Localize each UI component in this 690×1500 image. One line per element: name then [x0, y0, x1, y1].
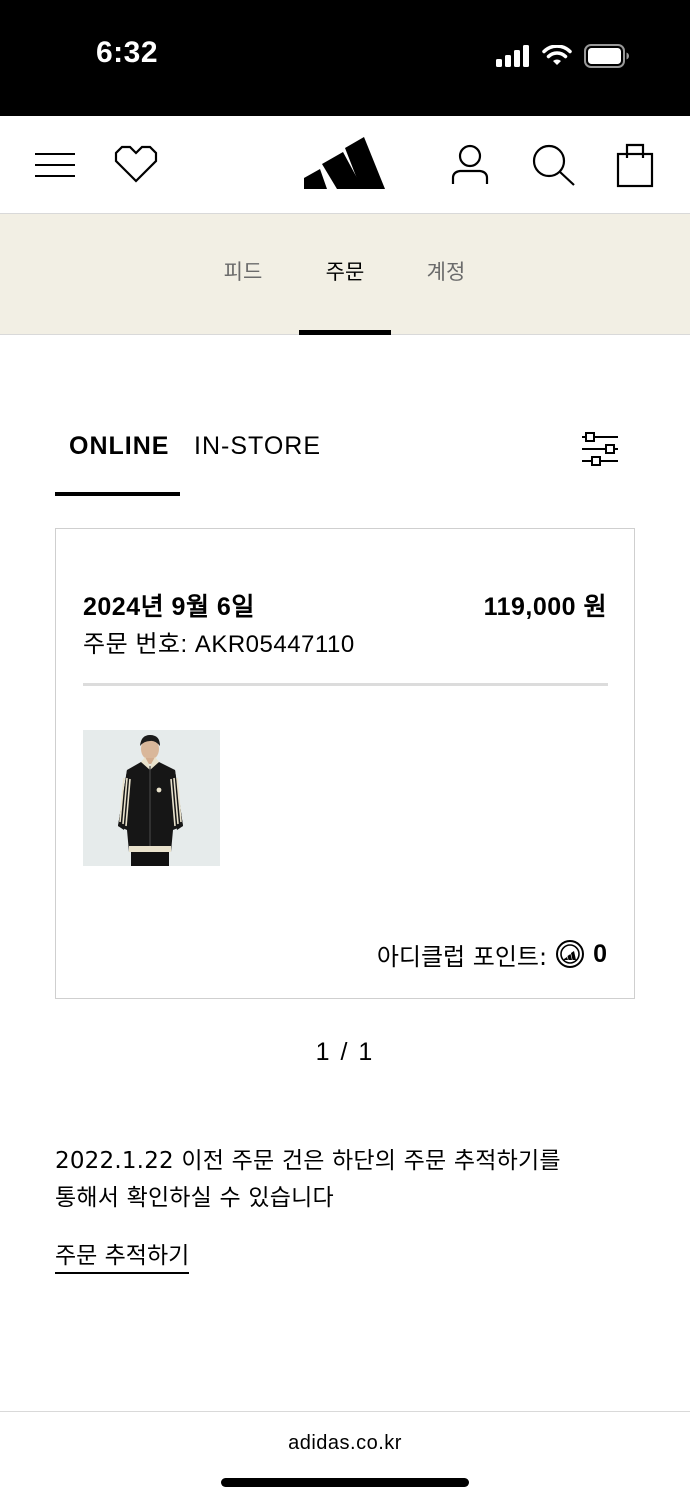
search-button[interactable] [528, 142, 578, 188]
status-bar: 6:32 [0, 0, 690, 116]
tab-orders[interactable]: 주문 [299, 214, 391, 335]
adidas-logo[interactable] [300, 136, 388, 192]
track-order-link[interactable]: 주문 추적하기 [55, 1236, 190, 1274]
adiclub-points: 아디클럽 포인트: 0 [377, 937, 607, 971]
filter-sliders-icon [582, 432, 618, 466]
signal-icon [496, 45, 529, 67]
order-date: 2024년 9월 6일 [83, 593, 255, 621]
wifi-icon [542, 45, 572, 65]
bag-icon [616, 143, 654, 188]
account-icon [451, 144, 489, 184]
tab-account-label: 계정 [426, 260, 466, 284]
tab-online[interactable]: ONLINE [69, 432, 169, 461]
tab-in-store[interactable]: IN-STORE [194, 432, 321, 461]
browser-url-bar[interactable]: adidas.co.kr [0, 1411, 690, 1500]
pagination: 1 / 1 [315, 1038, 375, 1066]
tab-feed[interactable]: 피드 [205, 214, 281, 335]
tab-feed-label: 피드 [223, 260, 263, 284]
status-icons [496, 42, 630, 70]
points-label: 아디클럽 포인트: [376, 942, 548, 971]
tab-account[interactable]: 계정 [408, 214, 484, 335]
tab-orders-label: 주문 [325, 260, 365, 284]
menu-icon [35, 153, 75, 177]
filter-button[interactable] [580, 432, 620, 466]
site-header [0, 116, 690, 214]
order-divider [83, 683, 608, 686]
account-subnav: 피드 주문 계정 [0, 214, 690, 335]
order-card[interactable]: 2024년 9월 6일 119,000 원 주문 번호: AKR05447110 [55, 528, 635, 999]
legacy-orders-notice: 2022.1.22 이전 주문 건은 하단의 주문 추적하기를 통해서 확인하실… [55, 1143, 645, 1217]
order-number: 주문 번호: AKR05447110 [83, 631, 355, 658]
product-thumbnail[interactable] [83, 730, 220, 866]
tab-online-underline [55, 492, 180, 496]
home-indicator[interactable] [221, 1478, 469, 1487]
wishlist-button[interactable] [110, 142, 162, 186]
notice-line-1: 2022.1.22 이전 주문 건은 하단의 주문 추적하기를 [55, 1148, 561, 1174]
product-image [83, 730, 220, 866]
adidas-logo-icon [304, 137, 385, 189]
battery-icon [584, 44, 629, 68]
url-text: adidas.co.kr [288, 1432, 402, 1454]
search-icon [532, 144, 575, 186]
points-value: 0 [593, 939, 607, 968]
notice-line-2: 통해서 확인하실 수 있습니다 [55, 1185, 334, 1211]
account-button[interactable] [448, 142, 492, 188]
heart-icon [114, 145, 158, 183]
tab-orders-underline [299, 330, 391, 335]
order-price: 119,000 원 [483, 593, 607, 621]
bag-button[interactable] [614, 140, 656, 190]
status-time: 6:32 [96, 36, 159, 69]
menu-button[interactable] [32, 146, 78, 184]
adiclub-coin-icon [556, 940, 585, 968]
